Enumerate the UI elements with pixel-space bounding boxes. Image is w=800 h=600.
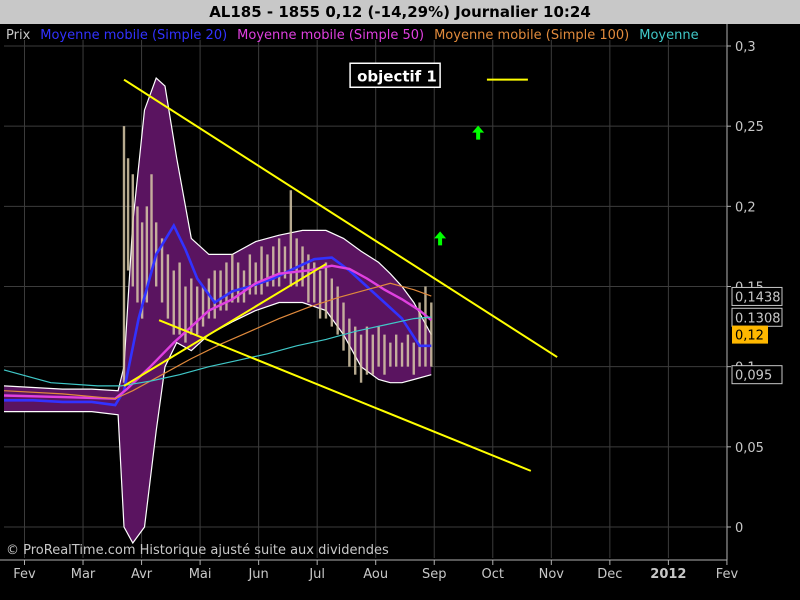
x-tick-label: Oct <box>482 567 504 582</box>
price-label-text: 0,12 <box>735 329 764 344</box>
x-tick-label: Fev <box>13 567 36 582</box>
x-tick-label: Mar <box>71 567 96 582</box>
price-label-text: 0,095 <box>735 369 772 384</box>
bollinger-fill <box>4 78 432 543</box>
y-tick-label: 0,05 <box>735 441 764 456</box>
x-tick-label: Fev <box>716 567 739 582</box>
legend-item: Moyenne mobile (Simple 50) <box>237 28 424 43</box>
x-tick-label: Nov <box>539 567 565 582</box>
target-label-text: objectif 1 <box>357 67 437 85</box>
y-tick-label: 0,25 <box>735 120 764 135</box>
x-tick-label: Sep <box>422 567 447 582</box>
price-label: 0,095 <box>731 365 783 385</box>
price-label: 0,1438 <box>731 286 783 306</box>
chart-canvas[interactable]: 00,050,10,150,20,250,3FevMarAvrMaiJunJul… <box>0 0 800 600</box>
annotations: objectif 1 <box>349 62 441 89</box>
y-tick-label: 0 <box>735 521 743 536</box>
x-tick-label: Mai <box>189 567 212 582</box>
legend-item: Moyenne mobile (Simple 100) <box>434 28 629 43</box>
x-tick-label: 2012 <box>650 567 686 582</box>
x-tick-label: Jun <box>247 567 268 582</box>
trendline <box>158 319 532 472</box>
x-tick-label: Aou <box>363 567 388 582</box>
y-tick-label: 0,3 <box>735 40 756 55</box>
y-tick-label: 0,2 <box>735 200 756 215</box>
x-tick-label: Avr <box>131 567 153 582</box>
price-label: 0,12 <box>732 325 768 344</box>
x-tick-label: Dec <box>597 567 622 582</box>
up-arrow-icon <box>434 231 447 246</box>
price-label-text: 0.1308 <box>735 311 781 326</box>
copyright-text: © ProRealTime.com Historique ajusté suit… <box>6 543 389 558</box>
legend-item: Moyenne mobile (Simple 20) <box>40 28 227 43</box>
target-arrows <box>434 125 485 246</box>
legend: Prix Moyenne mobile (Simple 20) Moyenne mo… <box>6 28 699 43</box>
x-tick-label: Jul <box>308 567 325 582</box>
bollinger-bands <box>3 77 432 545</box>
price-label: 0.1308 <box>731 307 783 327</box>
up-arrow-icon <box>472 125 485 140</box>
legend-item: Prix <box>6 28 31 43</box>
price-label-text: 0,1438 <box>735 290 781 305</box>
legend-item: Moyenne <box>639 28 698 43</box>
